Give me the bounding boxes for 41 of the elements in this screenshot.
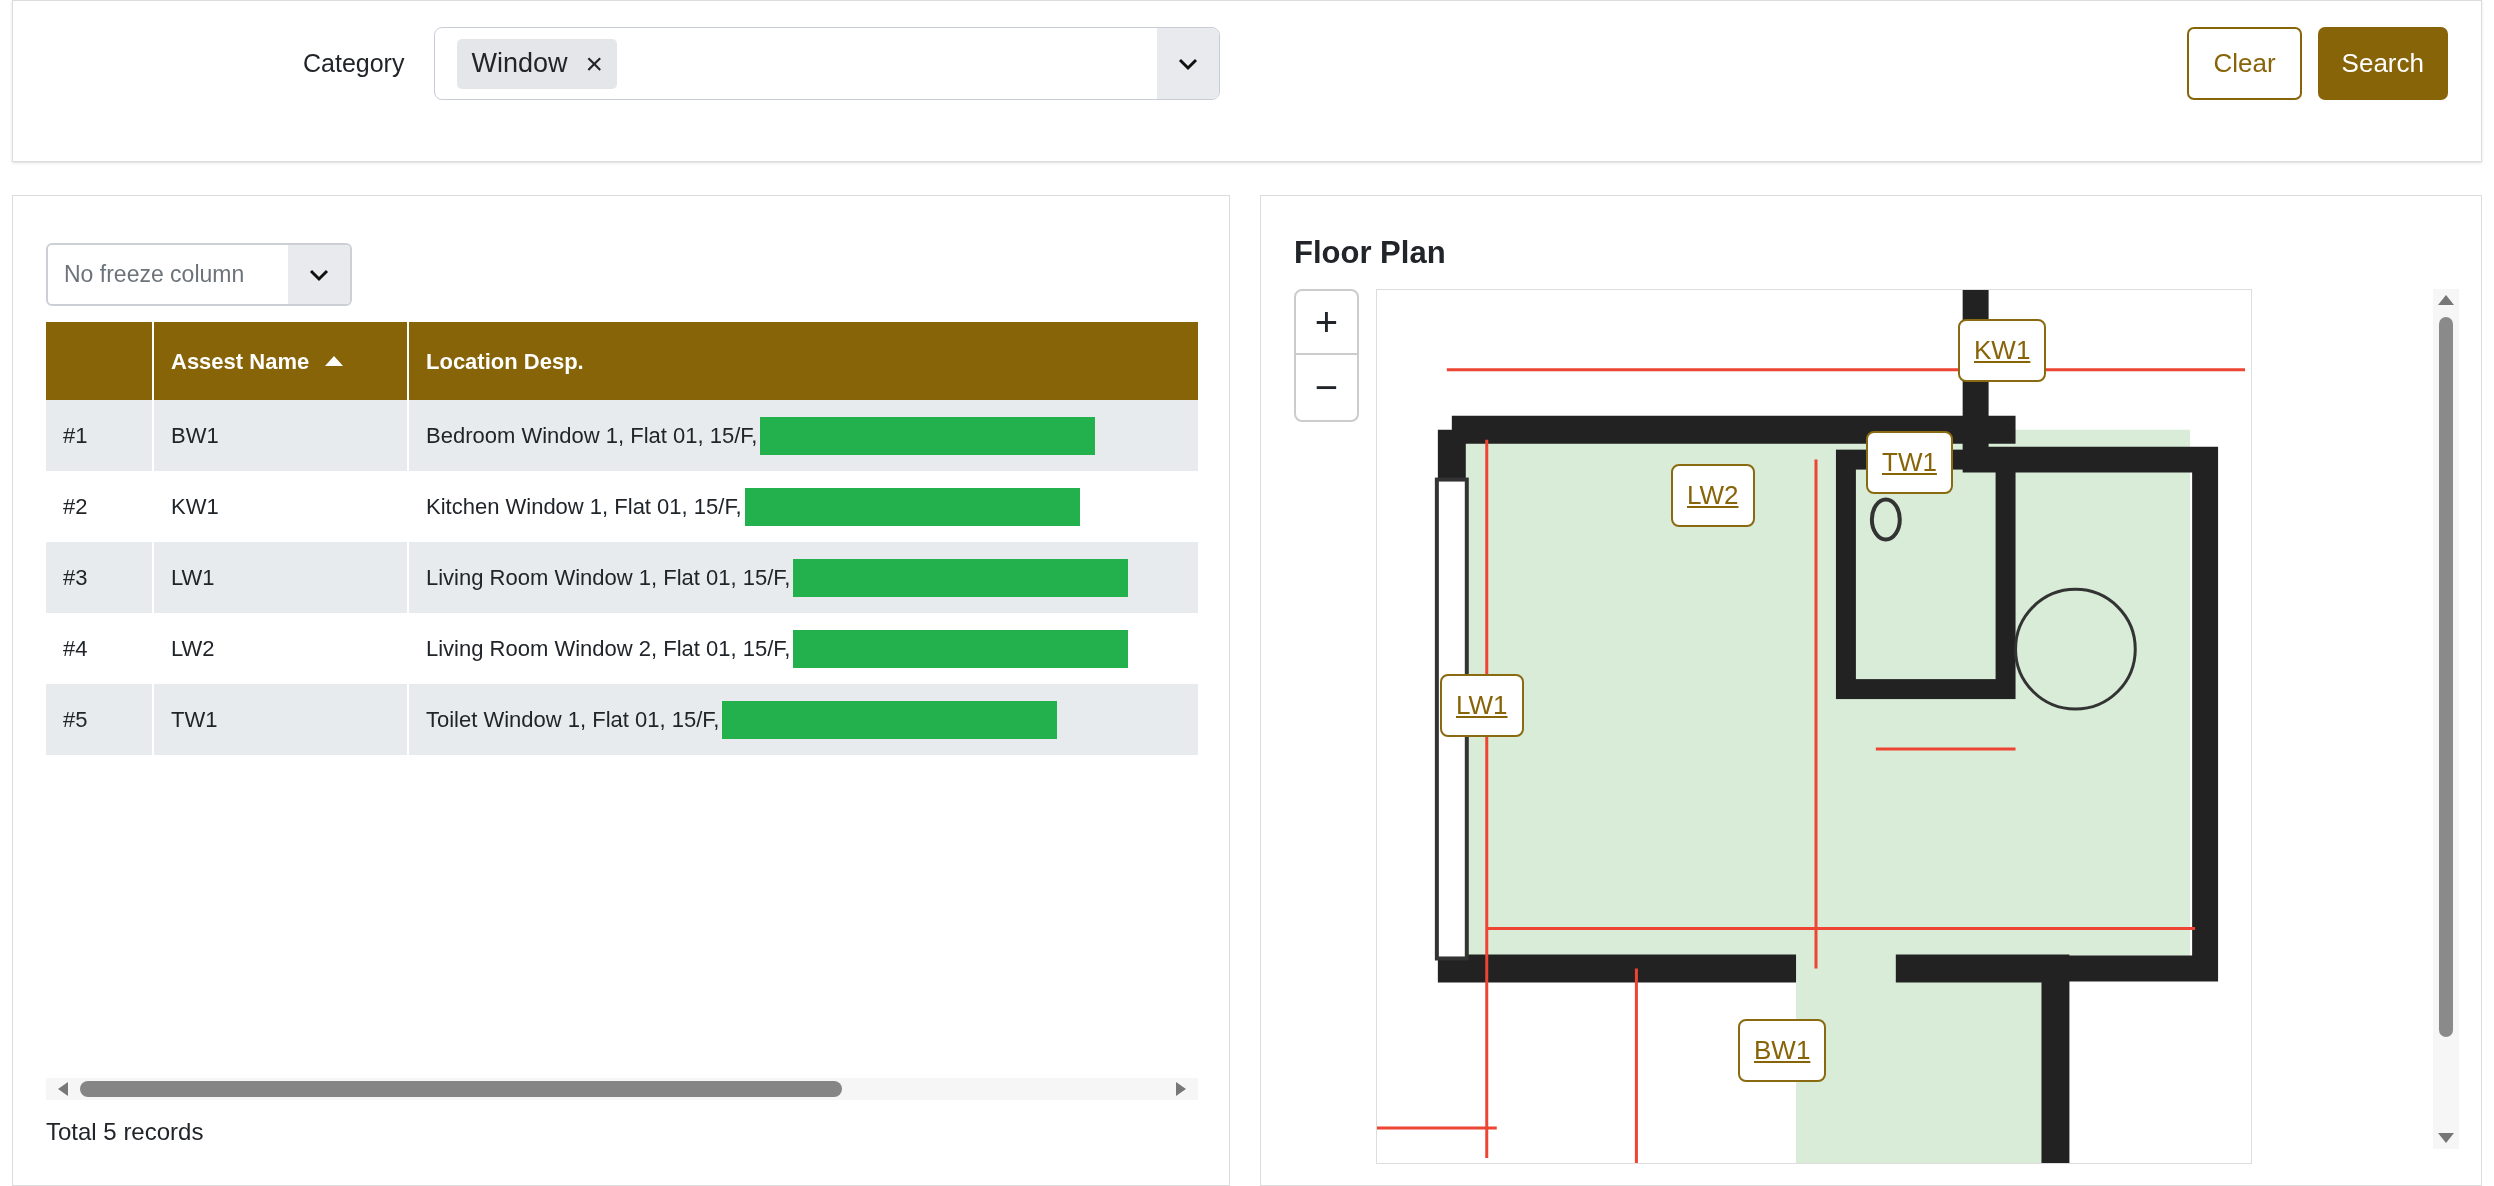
- table-cell-text: #5: [63, 706, 88, 734]
- horizontal-scrollbar[interactable]: [46, 1078, 1198, 1100]
- table-cell-text: #3: [63, 564, 88, 592]
- table-cell-text: #2: [63, 493, 88, 521]
- table-cell-text: #4: [63, 635, 88, 663]
- floor-plan-map[interactable]: KW1 TW1 LW2 LW1 BW1: [1376, 288, 2252, 1164]
- table-cell-text: Bedroom Window 1, Flat 01, 15/F,: [426, 422, 758, 450]
- scroll-right-icon[interactable]: [1176, 1082, 1186, 1096]
- vertical-scrollbar[interactable]: [2433, 288, 2459, 1149]
- map-marker-link[interactable]: LW1: [1440, 673, 1524, 737]
- table-cell-text: Living Room Window 2, Flat 01, 15/F,: [426, 635, 791, 663]
- floor-plan-title: Floor Plan: [1294, 234, 1447, 272]
- table-cell-text: LW1: [171, 564, 215, 592]
- remove-tag-button[interactable]: ×: [585, 41, 603, 86]
- zoom-in-button[interactable]: +: [1296, 290, 1357, 355]
- table-cell-text: Living Room Window 1, Flat 01, 15/F,: [426, 564, 791, 592]
- map-marker-link[interactable]: TW1: [1866, 430, 1953, 494]
- table-cell-text: Kitchen Window 1, Flat 01, 15/F,: [426, 493, 742, 521]
- table-cell-text: LW2: [171, 635, 215, 663]
- scroll-left-icon[interactable]: [58, 1082, 68, 1096]
- scroll-down-icon[interactable]: [2438, 1132, 2454, 1143]
- table-cell-text: BW1: [171, 422, 219, 450]
- chevron-down-icon: [308, 267, 330, 282]
- category-label: Category: [303, 47, 405, 79]
- map-marker-link[interactable]: LW2: [1671, 463, 1755, 527]
- clear-button[interactable]: Clear: [2187, 27, 2302, 100]
- table-cell-text: #1: [63, 422, 88, 450]
- scroll-up-icon[interactable]: [2438, 294, 2454, 305]
- total-records: Total 5 records: [46, 1117, 205, 1147]
- table-cell-text: TW1: [171, 706, 218, 734]
- category-select[interactable]: Window ×: [434, 27, 1221, 100]
- table-cell-text: Toilet Window 1, Flat 01, 15/F,: [426, 706, 720, 734]
- column-header[interactable]: Location Desp.: [409, 322, 1198, 400]
- chevron-down-icon: [1177, 56, 1200, 71]
- map-marker-link[interactable]: BW1: [1738, 1018, 1827, 1082]
- freeze-column-select[interactable]: No freeze column: [46, 243, 352, 306]
- category-tag: Window ×: [457, 38, 617, 89]
- zoom-out-button[interactable]: −: [1296, 355, 1357, 420]
- map-marker-link[interactable]: KW1: [1958, 318, 2047, 382]
- search-button[interactable]: Search: [2317, 27, 2448, 100]
- table-cell-text: KW1: [171, 493, 219, 521]
